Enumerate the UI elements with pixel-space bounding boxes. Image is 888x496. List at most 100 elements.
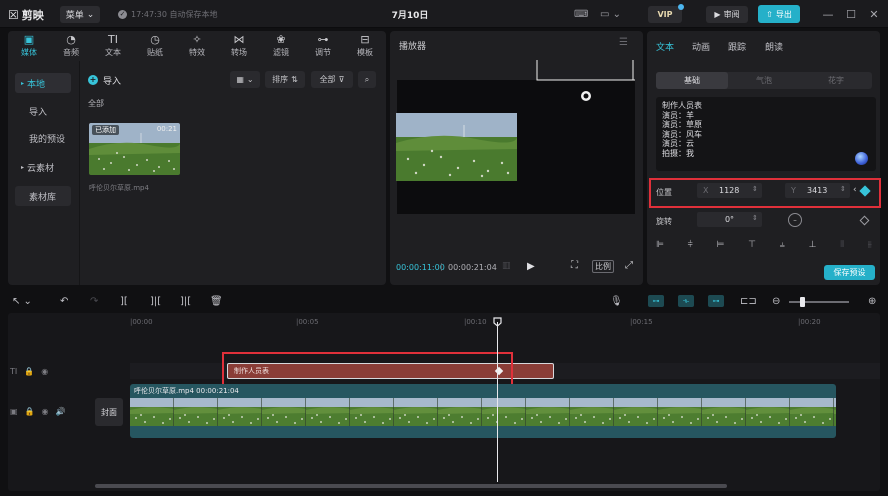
save-preset-button[interactable]: 保存预设 xyxy=(824,265,875,280)
preview-axis-icon[interactable]: ⊏⊐ xyxy=(740,295,757,307)
close-icon[interactable]: ✕ xyxy=(866,6,882,22)
side-nav-item[interactable]: 我的预设 xyxy=(15,128,71,148)
minimize-icon[interactable]: — xyxy=(820,6,836,22)
linkage-icon[interactable]: ⊶ xyxy=(708,295,724,307)
undo-icon[interactable]: ↶ xyxy=(60,295,68,307)
keyboard-icon[interactable]: ⌨ xyxy=(574,7,588,21)
microphone-icon[interactable]: 🎙 xyxy=(610,295,623,307)
tab-sticker[interactable]: ◷ 贴纸 xyxy=(134,31,176,61)
import-button[interactable]: + 导入 xyxy=(88,72,121,88)
text-line: 演员：云 xyxy=(662,139,694,149)
text-transform-box[interactable] xyxy=(397,60,635,120)
play-icon[interactable]: ▶ xyxy=(527,261,535,272)
trim-right-icon[interactable]: ]|[ xyxy=(180,295,191,307)
property-tab[interactable]: 跟踪 xyxy=(728,40,746,53)
ratio-button[interactable]: 比例 xyxy=(592,260,614,273)
video-clip-label: 呼伦贝尔草原.mp4 00:00:21:04 xyxy=(134,387,239,395)
fullscreen-fit-icon[interactable]: ⛶ xyxy=(571,260,578,271)
media-item-thumbnail[interactable]: 已添加 00:21 xyxy=(89,123,180,175)
eye-icon[interactable]: ◉ xyxy=(42,407,49,416)
video-clip[interactable]: 呼伦贝尔草原.mp4 00:00:21:04 xyxy=(130,384,836,438)
playhead[interactable] xyxy=(497,322,498,482)
export-button[interactable]: ⇧ 导出 xyxy=(758,5,800,23)
eye-icon[interactable]: ◉ xyxy=(41,367,48,376)
lock-icon[interactable]: 🔒 xyxy=(25,407,35,416)
link-clips-icon[interactable]: ⊶ xyxy=(648,295,664,307)
effects-icon: ✧ xyxy=(192,33,202,46)
side-nav-label: 本地 xyxy=(27,79,46,90)
layout-icon[interactable]: ▭ ⌄ xyxy=(600,7,621,21)
all-media-label: 全部 xyxy=(88,99,104,108)
side-nav-item[interactable]: ▸ 本地 xyxy=(15,73,71,93)
keyframe-icon[interactable] xyxy=(859,215,870,226)
view-mode-button[interactable]: ▦ ⌄ xyxy=(230,71,260,88)
redo-icon[interactable]: ↷ xyxy=(90,295,98,307)
waveform-icon[interactable]: ▥ xyxy=(502,261,511,271)
distribute-h-icon[interactable]: ⫴ xyxy=(840,240,844,254)
filter-icon: ⊽ xyxy=(338,75,345,84)
speaker-icon[interactable]: 🔊 xyxy=(56,407,66,416)
review-button[interactable]: ▶ 审阅 xyxy=(706,6,748,23)
side-nav-item[interactable]: 素材库 xyxy=(15,186,71,206)
trim-left-icon[interactable]: ]|[ xyxy=(150,295,161,307)
tab-adjust[interactable]: ⊶ 调节 xyxy=(302,31,344,61)
tab-effects[interactable]: ✧ 特效 xyxy=(176,31,218,61)
filter-button[interactable]: 全部 ⊽ xyxy=(311,71,353,88)
vip-button[interactable]: VIP xyxy=(648,4,684,23)
color-orb-icon[interactable] xyxy=(855,152,868,165)
align-left-icon[interactable]: ⊫ xyxy=(656,240,664,254)
select-cursor-icon[interactable]: ↖ ⌄ xyxy=(12,295,32,307)
tab-template[interactable]: ⊟ 模板 xyxy=(344,31,386,61)
text-content-input[interactable]: 制作人员表 演员：羊 演员：草原 演员：风车 演员：云 拍摄：我 xyxy=(656,97,876,171)
stepper-icon[interactable]: ⇕ xyxy=(752,214,758,222)
delete-icon[interactable]: 🗑 xyxy=(210,295,223,307)
horizontal-scrollbar[interactable] xyxy=(95,484,727,488)
zoom-slider-track[interactable] xyxy=(789,301,849,303)
align-center-h-icon[interactable]: ⫩ xyxy=(688,240,693,254)
text-line: 演员：风车 xyxy=(662,129,702,139)
tab-audio[interactable]: ◔ 音频 xyxy=(50,31,92,61)
ruler-tick-label: |00:15 xyxy=(630,318,653,326)
media-panel: ▣ 媒体 ◔ 音频 TI 文本 ◷ 贴纸 ✧ 特效 ⋈ 转场 ❀ 滤镜 ⊶ 调节 ⊟ 模板 ▸ 本地导入我的预设 ▸ 云… xyxy=(8,31,386,285)
search-button[interactable]: ⌕ xyxy=(358,71,376,88)
align-bottom-icon[interactable]: ⊥ xyxy=(809,240,817,254)
side-nav-item[interactable]: 导入 xyxy=(15,101,71,121)
snap-icon[interactable]: ⟛ xyxy=(678,295,694,307)
expand-icon[interactable]: ⤢ xyxy=(625,260,633,271)
tab-text[interactable]: TI 文本 xyxy=(92,31,134,61)
playhead-handle[interactable] xyxy=(493,317,502,327)
rotation-input[interactable]: 0° ⇕ xyxy=(697,212,762,227)
tab-filter[interactable]: ❀ 滤镜 xyxy=(260,31,302,61)
side-nav-label: 我的预设 xyxy=(29,134,66,145)
align-right-icon[interactable]: ⊨ xyxy=(717,240,725,254)
menu-lines-icon[interactable]: ☰ xyxy=(619,37,628,48)
property-tab[interactable]: 文本 xyxy=(656,40,674,53)
text-style-subtabs: 基础 气泡 花字 xyxy=(656,72,872,89)
zoom-in-icon[interactable]: ⊕ xyxy=(868,295,876,307)
property-tab[interactable]: 动画 xyxy=(692,40,710,53)
position-highlight-box xyxy=(649,178,881,208)
split-icon[interactable]: ][ xyxy=(120,295,128,307)
maximize-icon[interactable]: ☐ xyxy=(843,6,859,22)
zoom-out-icon[interactable]: ⊖ xyxy=(772,295,780,307)
rotate-dial-icon[interactable]: – xyxy=(788,213,802,227)
ruler-tick-label: |00:05 xyxy=(296,318,319,326)
tab-transition[interactable]: ⋈ 转场 xyxy=(218,31,260,61)
lock-icon[interactable]: 🔒 xyxy=(24,367,34,376)
player-panel: 播放器 ☰ 00:00:11:00 | 00:00:21:04 ▥ ▶ ⛶ 比例… xyxy=(390,31,643,285)
zoom-slider-handle[interactable] xyxy=(800,297,805,307)
tab-media[interactable]: ▣ 媒体 xyxy=(8,31,50,61)
side-nav-item[interactable]: ▸ 云素材 xyxy=(15,157,71,177)
align-center-v-icon[interactable]: ⫨ xyxy=(780,240,785,254)
sort-button[interactable]: 排序 ⇅ xyxy=(265,71,305,88)
style-subtab[interactable]: 气泡 xyxy=(728,72,800,89)
distribute-v-icon[interactable]: ⫵ xyxy=(868,240,872,254)
style-subtab[interactable]: 基础 xyxy=(656,72,728,89)
chevron-down-icon: ⌄ xyxy=(86,9,95,20)
align-top-icon[interactable]: ⊤ xyxy=(748,240,756,254)
style-subtab[interactable]: 花字 xyxy=(800,72,872,89)
cover-button[interactable]: 封面 xyxy=(95,398,123,426)
menu-button[interactable]: 菜单 ⌄ xyxy=(60,6,100,23)
property-tab[interactable]: 朗读 xyxy=(765,40,783,53)
time-ruler[interactable]: |00:00 |00:05 |00:10 |00:15 |00:20 xyxy=(128,318,880,332)
